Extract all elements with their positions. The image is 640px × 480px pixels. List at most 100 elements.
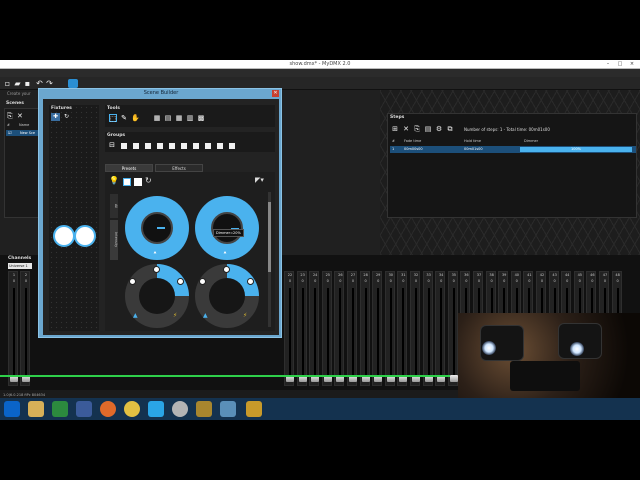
step-row[interactable]: 1 00m00s00 00m01s00 100%: [390, 146, 636, 153]
preset-dot[interactable]: [199, 278, 206, 285]
undo-icon[interactable]: ↶: [35, 79, 44, 88]
select-tool-icon[interactable]: ⬚: [109, 114, 117, 123]
channel-fader[interactable]: 27 0: [347, 271, 357, 386]
minimize-button[interactable]: –: [602, 61, 614, 68]
step-settings-icon[interactable]: ⚙: [435, 125, 443, 133]
group-slot[interactable]: [205, 143, 211, 149]
preset-dot[interactable]: [177, 278, 184, 285]
fixture-bubble[interactable]: [53, 225, 75, 247]
dimmer-dial[interactable]: [211, 212, 243, 244]
skype-icon[interactable]: [148, 401, 164, 417]
channel-fader[interactable]: 31 0: [397, 271, 408, 386]
scene-checkbox[interactable]: ☑: [8, 130, 12, 135]
new-file-icon[interactable]: ▫: [3, 79, 12, 88]
step-duplicate-icon[interactable]: ⧉: [446, 125, 454, 133]
excel-icon[interactable]: [52, 401, 68, 417]
side-tab-all[interactable]: All: [110, 194, 118, 218]
mydmx-taskbar-icon[interactable]: [246, 401, 262, 417]
fader-knob[interactable]: [449, 375, 458, 382]
windows-store-icon[interactable]: [76, 401, 92, 417]
channel-fader[interactable]: 34 0: [435, 271, 446, 386]
file-explorer-icon[interactable]: [28, 401, 44, 417]
channel-fader[interactable]: 25 0: [321, 271, 332, 386]
dimmer-dial[interactable]: [141, 212, 173, 244]
preset-dot[interactable]: [153, 266, 160, 273]
delete-scene-icon[interactable]: ✕: [17, 112, 23, 120]
copy-step-icon[interactable]: ⎘: [413, 125, 421, 133]
layout-cols-icon[interactable]: ▥: [186, 114, 194, 122]
preset-menu-icon[interactable]: ◤▾: [255, 176, 264, 184]
group-slot[interactable]: [145, 143, 151, 149]
channel-fader[interactable]: 28 0: [359, 271, 370, 386]
channel-fader[interactable]: 23 0: [296, 271, 307, 386]
group-slot[interactable]: [217, 143, 223, 149]
layout-tile-icon[interactable]: ▦: [175, 114, 183, 122]
add-fixture-icon[interactable]: ✚: [51, 113, 60, 121]
group-slot[interactable]: [181, 143, 187, 149]
preset-stepper-icon[interactable]: ⯅: [223, 250, 227, 256]
redo-icon[interactable]: ↷: [45, 79, 54, 88]
tab-presets[interactable]: Presets: [105, 164, 153, 172]
refresh-icon[interactable]: ↻: [145, 176, 152, 185]
group-slot[interactable]: [193, 143, 199, 149]
start-button[interactable]: [4, 401, 20, 417]
step-hold[interactable]: 00m01s00: [464, 147, 483, 151]
step-fade[interactable]: 00m00s00: [404, 147, 423, 151]
channel-fader[interactable]: 24 0: [309, 271, 320, 386]
tab-effects[interactable]: Effects: [155, 164, 203, 172]
channel-fader[interactable]: 29 0: [372, 271, 383, 386]
add-group-icon[interactable]: ⊟: [108, 141, 116, 149]
preset-strobe-ring[interactable]: ▲ ⚡: [125, 264, 189, 328]
refresh-fixture-icon[interactable]: ↻: [62, 113, 71, 121]
chrome-icon[interactable]: [124, 401, 140, 417]
channel-number: 39: [501, 273, 507, 277]
delete-step-icon[interactable]: ✕: [402, 125, 410, 133]
swatch-white[interactable]: [123, 178, 131, 186]
group-slot[interactable]: [133, 143, 139, 149]
pen-tool-icon[interactable]: ✎: [120, 114, 128, 122]
app-icon[interactable]: [196, 401, 212, 417]
add-scene-icon[interactable]: ⎘: [7, 112, 13, 121]
group-slot[interactable]: [169, 143, 175, 149]
step-dimmer-bar[interactable]: 100%: [520, 147, 632, 152]
group-slot[interactable]: [157, 143, 163, 149]
swatch-white[interactable]: [134, 178, 142, 186]
preset-dot[interactable]: [129, 278, 136, 285]
preset-stepper-icon[interactable]: ⯅: [153, 250, 157, 256]
live-mode-icon[interactable]: [68, 79, 78, 88]
layout-grid-icon[interactable]: ▦: [153, 114, 161, 122]
open-folder-icon[interactable]: ▰: [13, 79, 22, 88]
media-icon[interactable]: [172, 401, 188, 417]
scene-row[interactable]: ☑ New Sce: [6, 130, 39, 136]
channel-fader[interactable]: 30 0: [384, 271, 395, 386]
channel-fader[interactable]: 35 0: [447, 271, 458, 386]
close-button[interactable]: ×: [626, 61, 638, 68]
maximize-button[interactable]: □: [614, 61, 626, 68]
layout-rows-icon[interactable]: ▤: [164, 114, 172, 122]
universe-select[interactable]: Universe 1: [8, 263, 32, 269]
app-icon[interactable]: [220, 401, 236, 417]
group-slot[interactable]: [121, 143, 127, 149]
channel-fader[interactable]: 33 0: [422, 271, 433, 386]
channel-fader[interactable]: 26 0: [334, 271, 345, 386]
layout-fill-icon[interactable]: ▩: [197, 114, 205, 122]
save-icon[interactable]: ▪: [23, 79, 32, 88]
channel-fader[interactable]: 22 0: [284, 271, 294, 386]
presets-scrollbar[interactable]: [268, 192, 271, 327]
channel-fader[interactable]: 1 0: [8, 271, 18, 386]
pan-tool-icon[interactable]: ✋: [131, 114, 140, 122]
scrollbar-thumb[interactable]: [268, 202, 271, 272]
preset-dot[interactable]: [247, 278, 254, 285]
fixture-bubble[interactable]: [74, 225, 96, 247]
lightbulb-icon[interactable]: 💡: [109, 176, 119, 185]
paste-step-icon[interactable]: ▤: [424, 125, 432, 133]
channel-fader[interactable]: 2 0: [20, 271, 30, 386]
preset-strobe-ring[interactable]: ▲ ⚡: [195, 264, 259, 328]
side-tab-intensity[interactable]: Intensity: [110, 220, 118, 260]
preset-dot[interactable]: [223, 266, 230, 273]
group-slot[interactable]: [229, 143, 235, 149]
add-step-icon[interactable]: ⊞: [391, 125, 399, 133]
channel-fader[interactable]: 32 0: [410, 271, 420, 386]
dialog-close-button[interactable]: ✕: [272, 90, 279, 97]
firefox-icon[interactable]: [100, 401, 116, 417]
